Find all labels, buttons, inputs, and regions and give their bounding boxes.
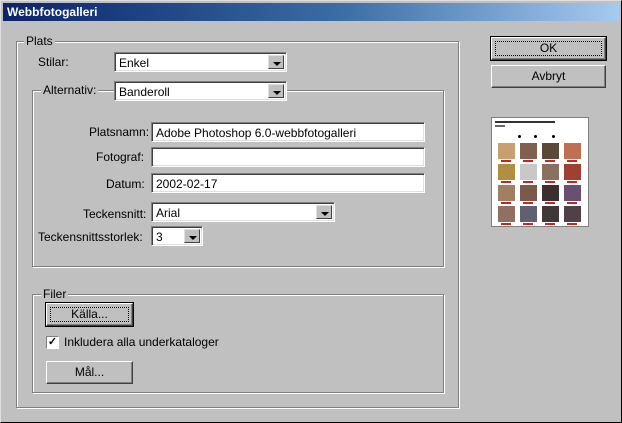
preview-thumbnail xyxy=(520,185,537,201)
preview-thumbnail xyxy=(498,206,515,222)
options-select[interactable]: Banderoll xyxy=(114,81,287,101)
photographer-label: Fotograf: xyxy=(96,150,145,164)
preview-caption-mark xyxy=(567,223,577,225)
font-select-value: Arial xyxy=(156,206,181,220)
destination-button[interactable]: Mål... xyxy=(46,361,133,384)
font-label: Teckensnitt: xyxy=(83,207,147,221)
preview-thumbnail xyxy=(564,164,581,180)
window-title: Webbfotogalleri xyxy=(7,5,98,19)
preview-thumbnail xyxy=(564,185,581,201)
date-input[interactable]: 2002-02-17 xyxy=(151,173,425,193)
preview-thumbnail xyxy=(542,164,559,180)
preview-caption-mark xyxy=(501,202,511,204)
site-name-value: Adobe Photoshop 6.0-webbfotogalleri xyxy=(156,126,357,140)
preview-nav-dot xyxy=(534,135,537,138)
dialog-window: Webbfotogalleri OK Avbryt Plats Stilar: … xyxy=(0,0,622,423)
styles-label: Stilar: xyxy=(38,54,69,70)
preview-nav-dot xyxy=(518,135,521,138)
preview-thumbnail xyxy=(498,164,515,180)
font-select[interactable]: Arial xyxy=(151,202,335,222)
preview-caption-mark xyxy=(501,160,511,162)
options-select-value: Banderoll xyxy=(119,85,170,99)
font-size-select-value: 3 xyxy=(156,230,163,244)
font-size-label: Teckensnittsstorlek: xyxy=(38,230,143,244)
ok-button[interactable]: OK xyxy=(490,36,607,61)
preview-subtitle-mark xyxy=(495,125,505,127)
include-subfolders-checkbox[interactable]: ✓ xyxy=(46,336,59,349)
date-value: 2002-02-17 xyxy=(156,177,218,191)
options-group-label: Alternativ: xyxy=(41,83,99,97)
plats-group-label: Plats xyxy=(24,34,55,48)
cancel-button[interactable]: Avbryt xyxy=(491,65,606,88)
preview-caption-mark xyxy=(501,223,511,225)
preview-thumbnail xyxy=(498,143,515,159)
site-name-label: Platsnamn: xyxy=(89,125,150,139)
preview-caption-mark xyxy=(545,160,555,162)
preview-thumbnail xyxy=(542,143,559,159)
checkmark-icon: ✓ xyxy=(47,336,58,348)
preview-caption-mark xyxy=(545,202,555,204)
preview-thumbnail xyxy=(520,164,537,180)
preview-caption-mark xyxy=(523,160,533,162)
preview-caption-mark xyxy=(523,181,533,183)
chevron-down-icon[interactable] xyxy=(268,55,284,69)
preview-caption-mark xyxy=(523,202,533,204)
styles-select-value: Enkel xyxy=(119,56,150,70)
include-subfolders-label[interactable]: Inkludera alla underkataloger xyxy=(64,334,219,350)
styles-label-text: Stilar: xyxy=(38,55,69,69)
preview-thumbnail xyxy=(564,143,581,159)
preview-caption-mark xyxy=(523,223,533,225)
preview-thumbnail xyxy=(542,206,559,222)
ok-button-label: OK xyxy=(539,41,558,55)
source-button[interactable]: Källa... xyxy=(45,302,134,327)
preview-thumbnail xyxy=(542,185,559,201)
gallery-preview-image xyxy=(491,117,589,227)
source-button-label: Källa... xyxy=(71,307,108,321)
preview-thumbnail xyxy=(498,185,515,201)
preview-caption-mark xyxy=(567,202,577,204)
preview-caption-mark xyxy=(501,181,511,183)
date-label: Datum: xyxy=(106,177,145,191)
destination-button-label: Mål... xyxy=(74,365,105,379)
styles-select[interactable]: Enkel xyxy=(114,52,287,72)
preview-caption-mark xyxy=(567,160,577,162)
chevron-down-icon[interactable] xyxy=(268,84,284,98)
chevron-down-icon[interactable] xyxy=(184,229,200,243)
preview-caption-mark xyxy=(545,223,555,225)
preview-caption-mark xyxy=(567,181,577,183)
preview-thumbnail xyxy=(520,206,537,222)
photographer-input[interactable] xyxy=(151,147,425,167)
preview-caption-mark xyxy=(545,181,555,183)
preview-title-mark xyxy=(495,121,555,123)
font-size-select[interactable]: 3 xyxy=(151,226,203,246)
cancel-button-label: Avbryt xyxy=(531,69,566,83)
preview-nav-dot xyxy=(552,135,555,138)
title-bar: Webbfotogalleri xyxy=(3,3,619,21)
preview-thumbnail xyxy=(564,206,581,222)
preview-thumbnail xyxy=(520,143,537,159)
chevron-down-icon[interactable] xyxy=(316,205,332,219)
files-group-label: Filer xyxy=(41,287,69,301)
site-name-input[interactable]: Adobe Photoshop 6.0-webbfotogalleri xyxy=(151,122,425,142)
